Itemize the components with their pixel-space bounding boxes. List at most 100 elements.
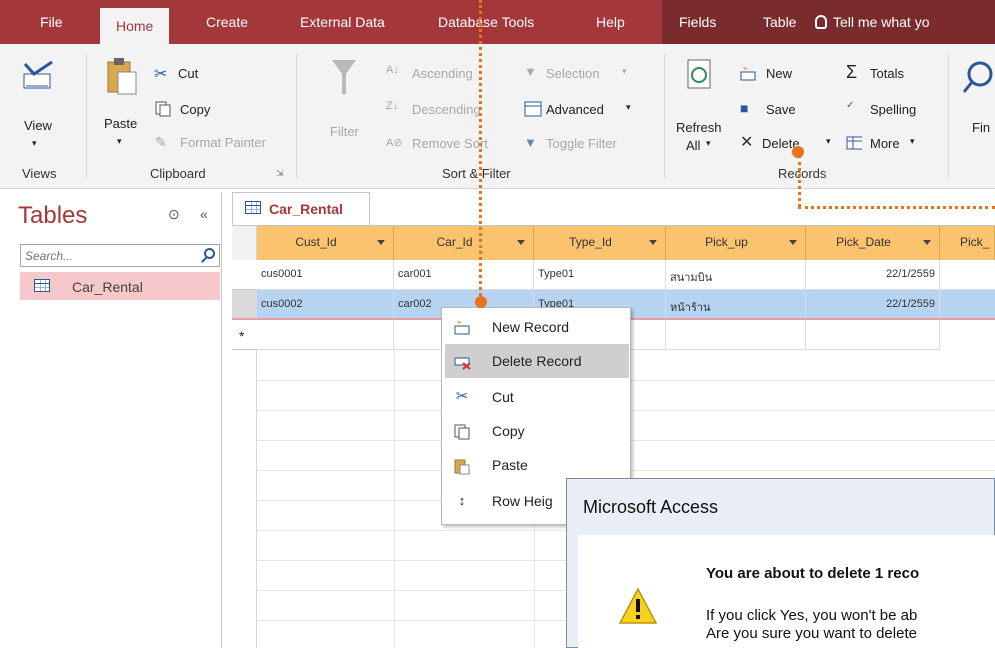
refresh-icon	[687, 59, 711, 89]
column-header-pick[interactable]: Pick_	[940, 226, 995, 260]
dialog-title: Microsoft Access	[583, 497, 719, 517]
tab-home[interactable]: Home	[100, 8, 170, 44]
menu-item-copy[interactable]: Copy	[442, 414, 631, 448]
column-header-type-id[interactable]: Type_Id	[534, 226, 666, 260]
format-painter-label: Format Painter	[180, 135, 266, 150]
table-cell[interactable]	[940, 290, 995, 320]
scissors-icon: ✂	[154, 66, 168, 83]
dialog-message-line2: Are you sure you want to delete	[706, 625, 917, 642]
delete-record-icon	[454, 357, 471, 370]
tab-create[interactable]: Create	[206, 0, 248, 44]
document-tab-car-rental[interactable]: Car_Rental	[232, 192, 370, 225]
select-all-corner[interactable]	[232, 226, 257, 260]
tab-file[interactable]: File	[40, 0, 63, 44]
table-cell[interactable]: สนามบิน	[666, 260, 806, 290]
selection-filter-icon: ▼	[524, 64, 537, 79]
paste-dropdown-arrow: ▾	[117, 136, 122, 146]
advanced-dropdown-arrow: ▾	[626, 102, 631, 112]
annotation-leader-line	[798, 206, 995, 209]
dialog-heading: You are about to delete 1 reco	[706, 565, 920, 582]
save-icon: ■	[740, 100, 749, 116]
menu-item-label: Cut	[492, 389, 514, 405]
group-label-views: Views	[22, 166, 57, 181]
column-dropdown-icon[interactable]	[517, 240, 525, 245]
nav-item-car-rental[interactable]: Car_Rental	[20, 272, 220, 300]
column-dropdown-icon[interactable]	[923, 240, 931, 245]
sort-ascending-icon: A↓	[386, 64, 399, 76]
table-cell[interactable]: หน้าร้าน	[666, 290, 806, 320]
new-row-cell[interactable]	[257, 320, 394, 350]
filter-icon	[332, 60, 356, 94]
new-row-cell[interactable]	[666, 320, 806, 350]
ribbon: View ▾ Views Paste ▾ ✂ Cut Copy ✎ Format…	[0, 44, 995, 189]
find-label: Fin	[972, 120, 991, 135]
column-dropdown-icon[interactable]	[789, 240, 797, 245]
column-header-cust-id[interactable]: Cust_Id	[257, 226, 394, 260]
table-cell[interactable]: car001	[394, 260, 534, 290]
clipboard-dialog-launcher-icon[interactable]: ⇲	[276, 168, 284, 179]
cell-value: หน้าร้าน	[670, 302, 711, 314]
column-header-label: Car_Id	[436, 235, 473, 249]
group-separator	[664, 54, 665, 178]
menu-item-paste[interactable]: Paste	[442, 448, 631, 482]
paste-label: Paste	[104, 116, 138, 131]
menu-item-label: New Record	[492, 319, 570, 335]
lightbulb-icon	[815, 15, 827, 29]
view-label: View	[24, 118, 52, 133]
more-dropdown-arrow: ▾	[910, 136, 915, 146]
table-cell[interactable]	[940, 260, 995, 290]
table-icon	[34, 279, 50, 292]
column-dropdown-icon[interactable]	[649, 240, 657, 245]
view-icon	[23, 60, 53, 89]
search-icon[interactable]	[204, 248, 215, 259]
table-cell[interactable]: Type01	[534, 260, 666, 290]
group-label-sort-filter: Sort & Filter	[442, 166, 511, 181]
selection-label: Selection	[546, 66, 600, 81]
tab-fields[interactable]: Fields	[679, 0, 716, 44]
tab-external-data[interactable]: External Data	[300, 0, 385, 44]
column-header-car-id[interactable]: Car_Id	[394, 226, 534, 260]
table-cell[interactable]: 22/1/2559	[806, 260, 940, 290]
menu-item-delete-record[interactable]: Delete Record	[445, 344, 629, 378]
group-label-records: Records	[778, 166, 827, 181]
tab-help[interactable]: Help	[596, 0, 625, 44]
record-selector-selected[interactable]	[232, 290, 257, 320]
cell-value: car002	[398, 298, 432, 310]
refresh-label: Refresh	[676, 120, 722, 135]
format-painter-icon: ✎	[155, 134, 167, 150]
table-cell[interactable]: cus0001	[257, 260, 394, 290]
remove-sort-icon: A⊘	[386, 137, 403, 149]
table-cell[interactable]: 22/1/2559	[806, 290, 940, 320]
nav-pane-title[interactable]: Tables	[18, 202, 87, 230]
column-header-pick-up[interactable]: Pick_up	[666, 226, 806, 260]
advanced-label: Advanced	[546, 102, 604, 117]
totals-label: Totals	[870, 66, 904, 81]
tell-me-box[interactable]: Tell me what yo	[815, 0, 929, 44]
delete-dropdown-arrow: ▾	[826, 136, 831, 146]
group-separator	[948, 54, 949, 178]
table-cell[interactable]: cus0002	[257, 290, 394, 320]
annotation-dot	[792, 146, 804, 158]
confirm-delete-dialog: Microsoft Access You are about to delete…	[566, 478, 995, 648]
nav-menu-chevron-icon[interactable]: ⊙	[168, 206, 180, 223]
new-row-cell[interactable]	[806, 320, 940, 350]
cell-value: cus0002	[261, 298, 303, 310]
scissors-icon: ✂	[455, 388, 469, 405]
new-record-selector[interactable]: *	[232, 320, 257, 350]
cell-value: Type01	[538, 268, 575, 280]
nav-item-label: Car_Rental	[72, 279, 143, 295]
column-dropdown-icon[interactable]	[377, 240, 385, 245]
column-header-pick-date[interactable]: Pick_Date	[806, 226, 940, 260]
collapse-pane-icon[interactable]: «	[200, 206, 208, 222]
menu-item-cut[interactable]: ✂ Cut	[442, 380, 631, 414]
record-selector[interactable]	[232, 260, 257, 290]
group-label-clipboard: Clipboard	[150, 166, 206, 181]
tab-database-tools[interactable]: Database Tools	[438, 0, 534, 44]
nav-search-input[interactable]	[21, 245, 191, 266]
copy-label: Copy	[180, 102, 211, 117]
refresh-all-label: All	[686, 138, 701, 153]
nav-search-box[interactable]	[20, 244, 220, 267]
menu-item-new-record[interactable]: New Record	[442, 310, 631, 344]
column-header-label: Pick_Date	[836, 235, 891, 249]
tab-table[interactable]: Table	[763, 0, 796, 44]
